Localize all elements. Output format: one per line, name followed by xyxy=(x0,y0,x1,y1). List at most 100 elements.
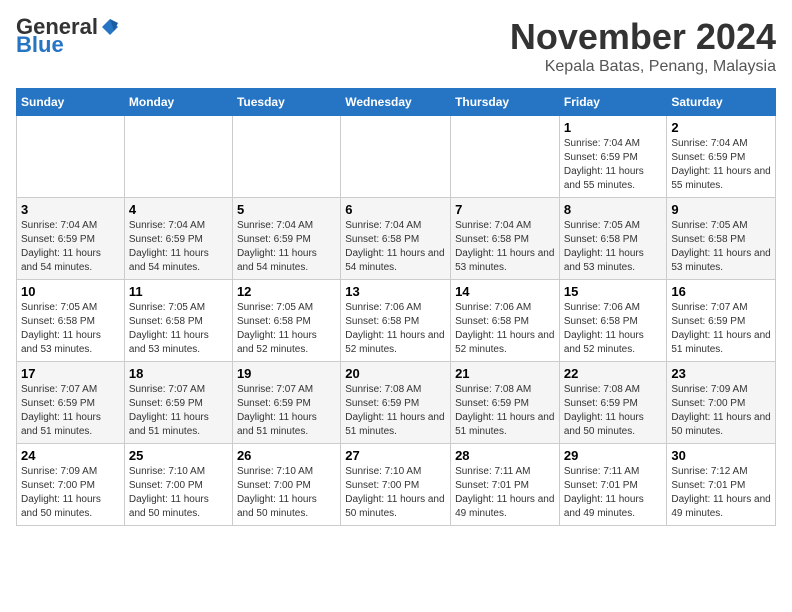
calendar-cell: 18 Sunrise: 7:07 AM Sunset: 6:59 PM Dayli… xyxy=(124,362,232,444)
logo-blue-text: Blue xyxy=(16,34,64,56)
day-info: Sunrise: 7:11 AM Sunset: 7:01 PM Dayligh… xyxy=(455,465,555,521)
calendar-cell: 28 Sunrise: 7:11 AM Sunset: 7:01 PM Dayli… xyxy=(451,444,560,526)
day-number: 10 xyxy=(21,284,120,299)
day-number: 7 xyxy=(455,202,555,217)
day-number: 30 xyxy=(671,448,771,463)
day-number: 19 xyxy=(237,366,336,381)
calendar-cell: 27 Sunrise: 7:10 AM Sunset: 7:00 PM Dayli… xyxy=(341,444,451,526)
column-header-thursday: Thursday xyxy=(451,89,560,116)
calendar-cell: 1Sunrise: 7:04 AM Sunset: 6:59 PM Daylig… xyxy=(559,116,667,198)
column-header-sunday: Sunday xyxy=(17,89,125,116)
day-info: Sunrise: 7:05 AM Sunset: 6:58 PM Dayligh… xyxy=(237,301,336,357)
page-header: General Blue November 2024 Kepala Batas,… xyxy=(16,16,776,76)
calendar-cell xyxy=(341,116,451,198)
day-number: 27 xyxy=(345,448,446,463)
day-number: 16 xyxy=(671,284,771,299)
day-number: 22 xyxy=(564,366,663,381)
calendar-cell: 11Sunrise: 7:05 AM Sunset: 6:58 PM Dayli… xyxy=(124,280,232,362)
day-info: Sunrise: 7:07 AM Sunset: 6:59 PM Dayligh… xyxy=(129,383,228,439)
day-info: Sunrise: 7:06 AM Sunset: 6:58 PM Dayligh… xyxy=(564,301,663,357)
day-info: Sunrise: 7:05 AM Sunset: 6:58 PM Dayligh… xyxy=(564,219,663,275)
calendar-cell: 4 Sunrise: 7:04 AM Sunset: 6:59 PM Daylig… xyxy=(124,198,232,280)
day-info: Sunrise: 7:04 AM Sunset: 6:59 PM Dayligh… xyxy=(21,219,120,275)
day-info: Sunrise: 7:04 AM Sunset: 6:59 PM Dayligh… xyxy=(237,219,336,275)
location-subtitle: Kepala Batas, Penang, Malaysia xyxy=(510,58,776,76)
column-header-saturday: Saturday xyxy=(667,89,776,116)
header-row: SundayMondayTuesdayWednesdayThursdayFrid… xyxy=(17,89,776,116)
day-number: 15 xyxy=(564,284,663,299)
logo-icon xyxy=(100,17,120,37)
calendar-cell xyxy=(232,116,340,198)
calendar-cell: 20Sunrise: 7:08 AM Sunset: 6:59 PM Dayli… xyxy=(341,362,451,444)
column-header-friday: Friday xyxy=(559,89,667,116)
calendar-cell: 6Sunrise: 7:04 AM Sunset: 6:58 PM Daylig… xyxy=(341,198,451,280)
calendar-cell: 3 Sunrise: 7:04 AM Sunset: 6:59 PM Daylig… xyxy=(17,198,125,280)
week-row-5: 24 Sunrise: 7:09 AM Sunset: 7:00 PM Dayli… xyxy=(17,444,776,526)
day-info: Sunrise: 7:06 AM Sunset: 6:58 PM Dayligh… xyxy=(455,301,555,357)
day-number: 5 xyxy=(237,202,336,217)
day-info: Sunrise: 7:04 AM Sunset: 6:59 PM Dayligh… xyxy=(129,219,228,275)
week-row-2: 3 Sunrise: 7:04 AM Sunset: 6:59 PM Daylig… xyxy=(17,198,776,280)
day-number: 28 xyxy=(455,448,555,463)
day-info: Sunrise: 7:07 AM Sunset: 6:59 PM Dayligh… xyxy=(671,301,771,357)
day-number: 21 xyxy=(455,366,555,381)
day-info: Sunrise: 7:04 AM Sunset: 6:59 PM Dayligh… xyxy=(564,137,663,193)
calendar-cell: 26 Sunrise: 7:10 AM Sunset: 7:00 PM Dayli… xyxy=(232,444,340,526)
day-number: 23 xyxy=(671,366,771,381)
day-number: 26 xyxy=(237,448,336,463)
day-info: Sunrise: 7:09 AM Sunset: 7:00 PM Dayligh… xyxy=(21,465,120,521)
day-number: 2 xyxy=(671,120,771,135)
day-info: Sunrise: 7:04 AM Sunset: 6:58 PM Dayligh… xyxy=(455,219,555,275)
calendar-cell: 8Sunrise: 7:05 AM Sunset: 6:58 PM Daylig… xyxy=(559,198,667,280)
day-number: 29 xyxy=(564,448,663,463)
day-number: 3 xyxy=(21,202,120,217)
calendar-cell: 13 Sunrise: 7:06 AM Sunset: 6:58 PM Dayli… xyxy=(341,280,451,362)
day-info: Sunrise: 7:06 AM Sunset: 6:58 PM Dayligh… xyxy=(345,301,446,357)
calendar-cell: 30Sunrise: 7:12 AM Sunset: 7:01 PM Dayli… xyxy=(667,444,776,526)
calendar-cell: 17Sunrise: 7:07 AM Sunset: 6:59 PM Dayli… xyxy=(17,362,125,444)
day-number: 17 xyxy=(21,366,120,381)
day-info: Sunrise: 7:05 AM Sunset: 6:58 PM Dayligh… xyxy=(21,301,120,357)
day-info: Sunrise: 7:05 AM Sunset: 6:58 PM Dayligh… xyxy=(671,219,771,275)
calendar-cell: 24 Sunrise: 7:09 AM Sunset: 7:00 PM Dayli… xyxy=(17,444,125,526)
calendar-cell: 19Sunrise: 7:07 AM Sunset: 6:59 PM Dayli… xyxy=(232,362,340,444)
day-info: Sunrise: 7:11 AM Sunset: 7:01 PM Dayligh… xyxy=(564,465,663,521)
calendar-cell: 25 Sunrise: 7:10 AM Sunset: 7:00 PM Dayli… xyxy=(124,444,232,526)
week-row-3: 10 Sunrise: 7:05 AM Sunset: 6:58 PM Dayli… xyxy=(17,280,776,362)
calendar-cell: 7 Sunrise: 7:04 AM Sunset: 6:58 PM Daylig… xyxy=(451,198,560,280)
day-number: 9 xyxy=(671,202,771,217)
week-row-4: 17 Sunrise: 7:07 AM Sunset: 6:59 PM Dayli… xyxy=(17,362,776,444)
calendar-cell: 9 Sunrise: 7:05 AM Sunset: 6:58 PM Daylig… xyxy=(667,198,776,280)
month-title: November 2024 xyxy=(510,16,776,58)
day-info: Sunrise: 7:10 AM Sunset: 7:00 PM Dayligh… xyxy=(129,465,228,521)
day-info: Sunrise: 7:10 AM Sunset: 7:00 PM Dayligh… xyxy=(237,465,336,521)
column-header-wednesday: Wednesday xyxy=(341,89,451,116)
day-info: Sunrise: 7:08 AM Sunset: 6:59 PM Dayligh… xyxy=(564,383,663,439)
calendar-cell: 10 Sunrise: 7:05 AM Sunset: 6:58 PM Dayli… xyxy=(17,280,125,362)
logo: General Blue xyxy=(16,16,120,56)
day-number: 18 xyxy=(129,366,228,381)
calendar-cell: 21Sunrise: 7:08 AM Sunset: 6:59 PM Dayli… xyxy=(451,362,560,444)
calendar-cell: 22 Sunrise: 7:08 AM Sunset: 6:59 PM Dayli… xyxy=(559,362,667,444)
column-header-monday: Monday xyxy=(124,89,232,116)
week-row-1: 1Sunrise: 7:04 AM Sunset: 6:59 PM Daylig… xyxy=(17,116,776,198)
column-header-tuesday: Tuesday xyxy=(232,89,340,116)
day-number: 6 xyxy=(345,202,446,217)
day-number: 14 xyxy=(455,284,555,299)
calendar-cell xyxy=(17,116,125,198)
calendar-cell: 23 Sunrise: 7:09 AM Sunset: 7:00 PM Dayli… xyxy=(667,362,776,444)
calendar-cell: 2 Sunrise: 7:04 AM Sunset: 6:59 PM Daylig… xyxy=(667,116,776,198)
day-info: Sunrise: 7:09 AM Sunset: 7:00 PM Dayligh… xyxy=(671,383,771,439)
day-number: 25 xyxy=(129,448,228,463)
calendar-cell xyxy=(451,116,560,198)
day-number: 4 xyxy=(129,202,228,217)
calendar-cell xyxy=(124,116,232,198)
calendar-cell: 12 Sunrise: 7:05 AM Sunset: 6:58 PM Dayli… xyxy=(232,280,340,362)
day-number: 12 xyxy=(237,284,336,299)
day-number: 20 xyxy=(345,366,446,381)
day-number: 24 xyxy=(21,448,120,463)
day-number: 13 xyxy=(345,284,446,299)
day-info: Sunrise: 7:10 AM Sunset: 7:00 PM Dayligh… xyxy=(345,465,446,521)
calendar-table: SundayMondayTuesdayWednesdayThursdayFrid… xyxy=(16,88,776,526)
day-info: Sunrise: 7:04 AM Sunset: 6:59 PM Dayligh… xyxy=(671,137,771,193)
